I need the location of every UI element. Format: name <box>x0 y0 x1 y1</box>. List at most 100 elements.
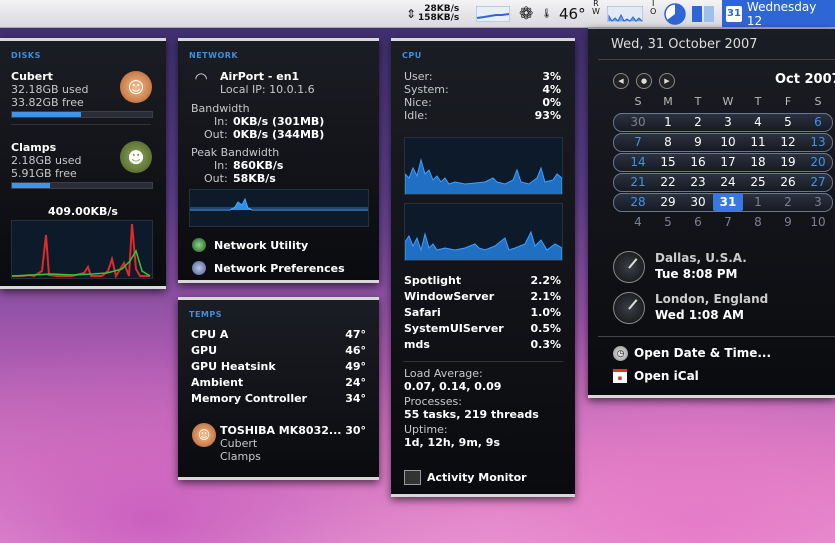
peak-in-label: In: <box>214 159 228 172</box>
next-month-icon[interactable]: ▶ <box>659 73 675 89</box>
cpu-stat-value: 0% <box>542 96 561 109</box>
calendar-day[interactable]: 9 <box>683 133 713 151</box>
calendar-day[interactable]: 3 <box>713 113 743 131</box>
calendar-date-header: Wed, 31 October 2007 <box>611 37 758 52</box>
calendar-day[interactable]: 19 <box>773 153 803 171</box>
drive-temp: 30° <box>345 424 366 437</box>
network-preferences-icon <box>192 261 206 275</box>
calendar-day[interactable]: 16 <box>683 153 713 171</box>
temp-value: 47° <box>345 328 366 341</box>
open-date-time-link[interactable]: Open Date & Time... <box>634 347 771 360</box>
clock-city: London, England <box>655 292 769 306</box>
disk-name: Cubert <box>11 70 53 83</box>
cpu-stat-label: System: <box>404 83 449 96</box>
calendar-day[interactable]: 6 <box>803 113 833 131</box>
temperature-readout[interactable]: 46° <box>559 0 586 27</box>
ical-icon: ▪ <box>613 369 627 383</box>
calendar-day[interactable]: 5 <box>773 113 803 131</box>
disk-io-icon[interactable]: RW <box>592 0 600 27</box>
battery-icon[interactable] <box>690 0 718 27</box>
uptime-label: Uptime: <box>404 423 448 436</box>
calendar-day[interactable]: 30 <box>623 113 653 131</box>
cpu-stat-label: User: <box>404 70 433 83</box>
weekday-header: S <box>634 95 642 108</box>
activity-monitor-link[interactable]: Activity Monitor <box>427 471 527 484</box>
load-average-value: 0.07, 0.14, 0.09 <box>404 380 502 393</box>
net-graph-menu-icon[interactable] <box>476 0 510 27</box>
calendar-day[interactable]: 8 <box>653 133 683 151</box>
calendar-day[interactable]: 27 <box>803 173 833 191</box>
memory-icon[interactable]: IO <box>650 0 656 27</box>
network-utility-link[interactable]: Network Utility <box>214 239 308 252</box>
process-name: mds <box>404 338 430 351</box>
temps-panel: TEMPS CPU A 47° GPU 46° GPU Heatsink 49° Am… <box>178 297 379 480</box>
calendar-day[interactable]: 14 <box>623 153 653 171</box>
temp-label: Memory Controller <box>191 392 307 405</box>
calendar-day[interactable]: 8 <box>743 213 773 231</box>
calendar-day[interactable]: 7 <box>623 133 653 151</box>
calendar-day[interactable]: 6 <box>683 213 713 231</box>
drive-volume: Clamps <box>220 450 261 463</box>
calendar-day[interactable]: 4 <box>623 213 653 231</box>
calendar-day[interactable]: 31 <box>713 193 743 211</box>
calendar-day[interactable]: 21 <box>623 173 653 191</box>
calendar-day[interactable]: 9 <box>773 213 803 231</box>
network-menu-readout[interactable]: 28KB/s 158KB/s <box>418 0 459 27</box>
weekday-header: S <box>814 95 822 108</box>
calendar-day[interactable]: 26 <box>773 173 803 191</box>
cpu-panel: CPU User: 3% System: 4% Nice: 0% Idle: 93% … <box>391 38 575 497</box>
calendar-day[interactable]: 2 <box>773 193 803 211</box>
disk-name: Clamps <box>11 141 57 154</box>
fan-icon[interactable]: ❁ <box>519 0 533 27</box>
calendar-day[interactable]: 10 <box>803 213 833 231</box>
drive-volume: Cubert <box>220 437 258 450</box>
calendar-icon: 31 <box>726 5 742 22</box>
calendar-day[interactable]: 1 <box>743 193 773 211</box>
calendar-day[interactable]: 28 <box>623 193 653 211</box>
calendar-day[interactable]: 5 <box>653 213 683 231</box>
activity-monitor-icon <box>404 470 421 485</box>
process-name: Spotlight <box>404 274 462 287</box>
calendar-day[interactable]: 13 <box>803 133 833 151</box>
sort-arrows-icon[interactable]: ⇕ <box>406 0 416 27</box>
calendar-day[interactable]: 23 <box>683 173 713 191</box>
cpu-graph-menu-icon[interactable] <box>607 0 643 27</box>
prev-month-icon[interactable]: ◀ <box>613 73 629 89</box>
network-panel: NETWORK ◠ AirPort - en1 Local IP: 10.0.1… <box>178 38 379 283</box>
weekday-header: F <box>784 95 792 108</box>
process-name: SystemUIServer <box>404 322 504 335</box>
calendar-day[interactable]: 25 <box>743 173 773 191</box>
temp-value: 24° <box>345 376 366 389</box>
disk-avatar-icon: ☻ <box>120 141 152 173</box>
calendar-day[interactable]: 24 <box>713 173 743 191</box>
calendar-day[interactable]: 20 <box>803 153 833 171</box>
processes-label: Processes: <box>404 395 462 408</box>
open-ical-link[interactable]: Open iCal <box>634 370 699 383</box>
calendar-day[interactable]: 17 <box>713 153 743 171</box>
calendar-menu-item[interactable]: 31 Wednesday 12 <box>722 0 835 28</box>
calendar-day[interactable]: 15 <box>653 153 683 171</box>
calendar-day[interactable]: 2 <box>683 113 713 131</box>
disks-panel: DISKS Cubert 32.18GB used 33.82GB free ☺… <box>0 38 166 289</box>
today-dot-icon[interactable]: ● <box>636 73 652 89</box>
process-value: 1.0% <box>530 306 561 319</box>
calendar-day[interactable]: 4 <box>743 113 773 131</box>
calendar-day[interactable]: 3 <box>803 193 833 211</box>
cpu-stat-value: 3% <box>542 70 561 83</box>
divider <box>598 59 835 60</box>
network-preferences-link[interactable]: Network Preferences <box>214 262 345 275</box>
calendar-day[interactable]: 10 <box>713 133 743 151</box>
calendar-day[interactable]: 1 <box>653 113 683 131</box>
calendar-menu-date: Wednesday 12 <box>746 0 817 28</box>
calendar-day[interactable]: 22 <box>653 173 683 191</box>
peak-out-label: Out: <box>204 172 228 185</box>
calendar-day[interactable]: 29 <box>653 193 683 211</box>
memory-pie-icon[interactable] <box>664 0 686 27</box>
divider <box>11 124 151 125</box>
process-value: 2.2% <box>530 274 561 287</box>
calendar-day[interactable]: 18 <box>743 153 773 171</box>
calendar-day[interactable]: 12 <box>773 133 803 151</box>
calendar-day[interactable]: 7 <box>713 213 743 231</box>
calendar-day[interactable]: 30 <box>683 193 713 211</box>
calendar-day[interactable]: 11 <box>743 133 773 151</box>
